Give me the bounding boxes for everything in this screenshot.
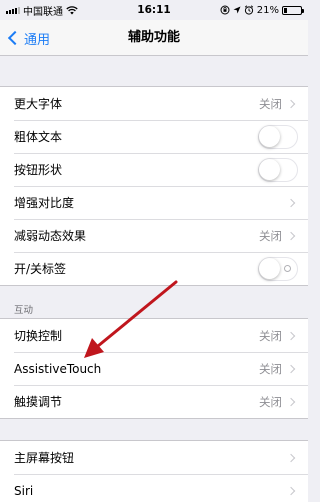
row-label: 切换控制 <box>14 329 63 343</box>
section-header-interaction: 互动 <box>14 305 34 316</box>
switch-control-row[interactable]: 切换控制 关闭 <box>0 319 308 352</box>
bold-text-toggle[interactable] <box>258 124 298 149</box>
chevron-right-icon <box>286 364 296 373</box>
row-label: 触摸调节 <box>14 395 63 409</box>
wifi-icon <box>66 5 78 14</box>
alarm-icon <box>244 5 253 15</box>
home-button-row[interactable]: 主屏幕按钮 <box>0 441 308 474</box>
row-value: 关闭 <box>259 96 282 111</box>
chevron-right-icon <box>286 231 296 240</box>
interaction-settings-group: 切换控制 关闭 AssistiveTouch 关闭 触摸调节 关闭 <box>0 318 308 419</box>
row-value: 关闭 <box>259 361 282 376</box>
battery-fill <box>284 7 288 13</box>
button-shapes-row: 按钮形状 <box>0 153 308 186</box>
chevron-right-icon <box>286 397 296 406</box>
touch-accommodations-row[interactable]: 触摸调节 关闭 <box>0 385 308 418</box>
row-value: 关闭 <box>259 394 282 409</box>
row-label: 更大字体 <box>14 97 63 111</box>
on-off-labels-toggle[interactable] <box>258 256 298 281</box>
home-siri-group: 主屏幕按钮 Siri <box>0 440 308 502</box>
status-bar: 中国联通 16:11 21% <box>0 0 308 20</box>
row-label: 增强对比度 <box>14 196 75 210</box>
toggle-knob <box>259 158 280 180</box>
assistive-touch-row[interactable]: AssistiveTouch 关闭 <box>0 352 308 385</box>
reduce-motion-row[interactable]: 减弱动态效果 关闭 <box>0 219 308 252</box>
toggle-knob <box>259 125 280 147</box>
chevron-right-icon <box>286 198 296 207</box>
bold-text-row: 粗体文本 <box>0 120 308 153</box>
row-value: 关闭 <box>259 228 282 243</box>
row-label: Siri <box>14 483 34 498</box>
navigation-bar: 通用 辅助功能 <box>0 20 308 56</box>
on-off-labels-row: 开/关标签 <box>0 252 308 285</box>
display-settings-group: 更大字体 关闭 粗体文本 按钮形状 增强对比度 减弱动态效果 关闭 开/关标签 <box>0 86 308 286</box>
battery-icon <box>282 5 304 15</box>
carrier-label: 中国联通 <box>23 6 63 18</box>
off-indicator-icon <box>284 264 291 272</box>
larger-text-row[interactable]: 更大字体 关闭 <box>0 87 308 120</box>
page-title: 辅助功能 <box>127 30 180 45</box>
battery-percent: 21% <box>256 4 279 16</box>
orientation-lock-icon <box>220 5 230 15</box>
chevron-right-icon <box>286 331 296 340</box>
signal-icon <box>6 6 20 14</box>
increase-contrast-row[interactable]: 增强对比度 <box>0 186 308 219</box>
status-right: 21% <box>220 4 304 16</box>
status-left: 中国联通 <box>6 3 78 18</box>
chevron-right-icon <box>286 99 296 108</box>
chevron-right-icon <box>286 486 296 495</box>
toggle-knob <box>259 257 280 279</box>
row-label: AssistiveTouch <box>14 361 102 376</box>
location-icon <box>233 6 241 14</box>
siri-row[interactable]: Siri <box>0 474 308 502</box>
row-label: 减弱动态效果 <box>14 229 87 243</box>
row-label: 主屏幕按钮 <box>14 451 75 465</box>
row-label: 开/关标签 <box>14 262 67 276</box>
button-shapes-toggle[interactable] <box>258 157 298 182</box>
row-label: 按钮形状 <box>14 163 63 177</box>
chevron-right-icon <box>286 453 296 462</box>
row-value: 关闭 <box>259 328 282 343</box>
row-label: 粗体文本 <box>14 130 63 144</box>
